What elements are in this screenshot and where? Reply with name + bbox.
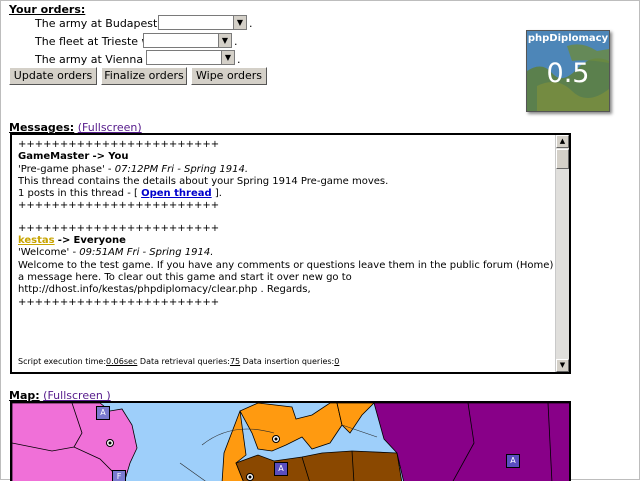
insertion-label: Data insertion queries: [242, 357, 335, 366]
scroll-thumb[interactable] [556, 149, 569, 169]
diplomacy-map[interactable]: A A A F [10, 401, 571, 481]
chevron-down-icon: ▼ [233, 16, 246, 29]
finalize-orders-button[interactable]: Finalize orders [101, 67, 187, 85]
thread-recipient: You [108, 151, 129, 163]
posts-count-text: 1 posts in this thread - [ [18, 188, 138, 200]
unit-marker[interactable]: A [96, 406, 110, 420]
thread-dash: - [72, 247, 77, 259]
logo-name: phpDiplomacy [527, 33, 609, 44]
thread-posts: 1 posts in this thread - [ Open thread ]… [18, 188, 550, 200]
thread-arrow: -> [92, 151, 106, 163]
thread-subject: 'Welcome' [18, 247, 70, 259]
retrieval-label: Data retrieval queries: [139, 357, 230, 366]
unit-marker[interactable]: F [112, 470, 126, 481]
separator: ++++++++++++++++++++++++ [18, 139, 220, 150]
separator: ++++++++++++++++++++++++ [18, 200, 220, 212]
messages-panel: ++++++++++++++++++++++++ GameMaster -> Y… [10, 133, 571, 374]
unit-marker[interactable]: A [274, 462, 288, 476]
order-select-vienna[interactable]: ▼ [146, 50, 235, 65]
chevron-down-icon: ▼ [218, 34, 231, 47]
order-label-trieste: The fleet at Trieste will [35, 35, 160, 48]
scroll-up-icon[interactable]: ▲ [556, 135, 569, 148]
update-orders-button[interactable]: Update orders [9, 67, 97, 85]
thread-recipient: Everyone [73, 235, 126, 247]
stats-line: Script execution time:0.06sec Data retri… [18, 357, 339, 366]
separator: ++++++++++++++++++++++++ [18, 222, 220, 234]
insertion-value: 0 [334, 357, 340, 366]
chevron-down-icon: ▼ [221, 51, 234, 64]
thread-subject-line: 'Pre-game phase' - 07:12PM Fri - Spring … [18, 164, 550, 176]
orders-title: Your orders: [9, 3, 86, 16]
wipe-orders-button[interactable]: Wipe orders [191, 67, 267, 85]
thread-dash: - [107, 163, 112, 175]
thread-sender: GameMaster [18, 151, 90, 163]
exec-time-value: 0.06sec [106, 357, 138, 366]
thread-body-line-1: Welcome to the test game. If you have an… [18, 259, 571, 271]
thread-header: kestas -> Everyone [18, 235, 550, 247]
order-select-budapest[interactable]: ▼ [158, 15, 247, 30]
thread-time: 07:12PM Fri - Spring 1914. [114, 163, 249, 175]
thread-body: This thread contains the details about y… [18, 175, 389, 187]
unit-marker[interactable]: A [506, 454, 520, 468]
order-period: . [249, 17, 253, 30]
order-period: . [234, 35, 238, 48]
order-select-trieste[interactable]: ▼ [143, 33, 232, 48]
logo-version: 0.5 [546, 58, 590, 89]
thread-sender-link[interactable]: kestas [18, 235, 55, 246]
thread-header: GameMaster -> You [18, 151, 550, 163]
scroll-down-icon[interactable]: ▼ [556, 359, 569, 372]
separator: ++++++++++++++++++++++++ [18, 296, 220, 308]
order-period: . [237, 53, 241, 66]
thread-time: 09:51AM Fri - Spring 1914. [79, 247, 214, 259]
messages-scrollbar[interactable]: ▲ ▼ [555, 135, 569, 372]
retrieval-value: 75 [229, 357, 241, 366]
thread-subject: 'Pre-game phase' [18, 163, 105, 175]
phpdiplomacy-logo: phpDiplomacy 0.5 [526, 30, 610, 112]
open-thread-link[interactable]: Open thread [141, 188, 212, 199]
thread-arrow: -> [57, 235, 71, 247]
thread-body-line-3: http://dhost.info/kestas/phpdiplomacy/cl… [18, 284, 311, 296]
posts-suffix: ]. [214, 188, 222, 200]
exec-time-label: Script execution time: [18, 357, 107, 366]
thread-body-line-2: a message here. To clear out this game a… [18, 271, 352, 283]
thread-subject-line: 'Welcome' - 09:51AM Fri - Spring 1914. [18, 247, 550, 259]
